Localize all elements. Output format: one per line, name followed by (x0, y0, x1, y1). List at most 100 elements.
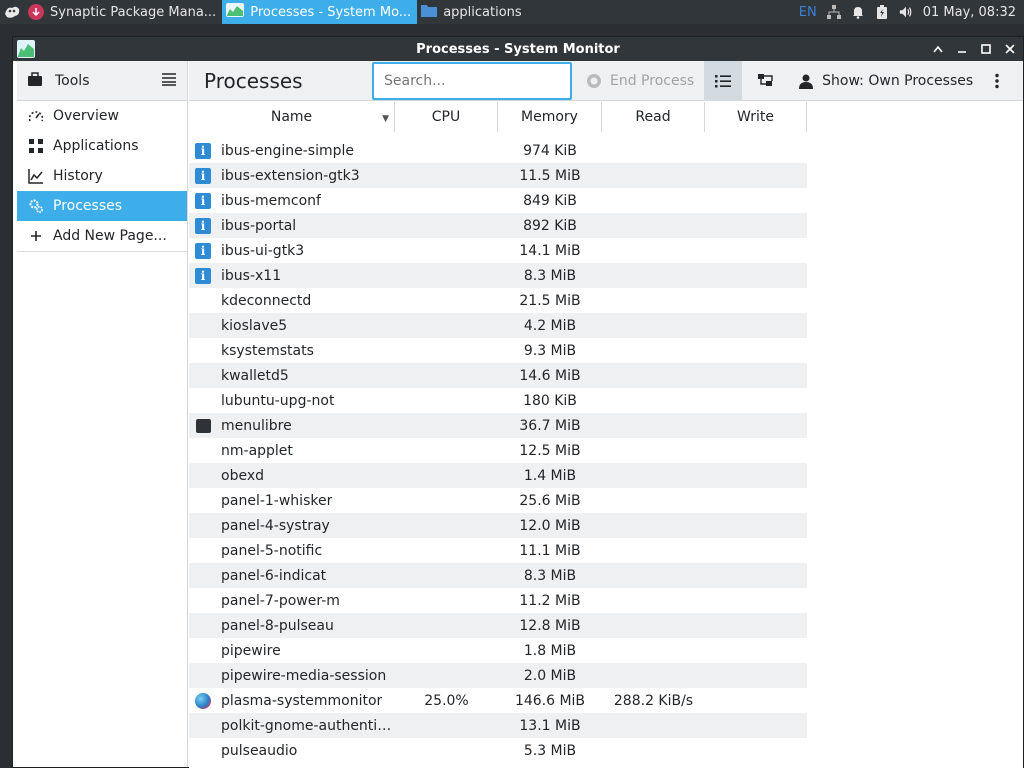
no-icon-placeholder (195, 393, 211, 409)
table-row[interactable]: i ibus-ui-gtk3 14.1 MiB (189, 238, 807, 263)
process-name-cell: polkit-gnome-authentic... (189, 713, 395, 738)
sidebar-item-processes[interactable]: Processes (17, 191, 187, 221)
column-header-label: CPU (431, 109, 461, 125)
table-row[interactable]: i ibus-x11 8.3 MiB (189, 263, 807, 288)
column-header-read[interactable]: Read (602, 102, 705, 132)
volume-icon[interactable] (899, 5, 913, 19)
info-icon: i (195, 142, 211, 159)
table-row[interactable]: panel-4-systray 12.0 MiB (189, 513, 807, 538)
list-view-button[interactable] (704, 60, 743, 101)
read-cell (602, 438, 705, 463)
cpu-cell (395, 513, 498, 538)
table-row[interactable]: i ibus-engine-simple 974 KiB (189, 138, 807, 163)
table-row[interactable]: i ibus-portal 892 KiB (189, 213, 807, 238)
taskbar-task-applications[interactable]: applications (417, 0, 527, 24)
overflow-menu-button[interactable] (983, 61, 1011, 101)
no-icon-placeholder (195, 543, 211, 559)
taskbar-task-label: Synaptic Package Mana... (50, 4, 217, 20)
column-header-label: Read (635, 109, 671, 125)
table-row[interactable]: i ibus-memconf 849 KiB (189, 188, 807, 213)
clock[interactable]: 01 May, 08:32 (923, 5, 1016, 20)
read-cell (602, 363, 705, 388)
table-row[interactable]: obexd 1.4 MiB (189, 463, 807, 488)
keyboard-layout-indicator[interactable]: EN (799, 5, 817, 20)
end-process-button[interactable]: End Process (576, 61, 704, 101)
table-row[interactable]: plasma-systemmonitor 25.0% 146.6 MiB 288.2 … (189, 688, 807, 713)
close-button[interactable] (1003, 42, 1017, 56)
show-filter-dropdown[interactable]: Show: Own Processes (788, 61, 983, 101)
cpu-cell: 25.0% (424, 692, 469, 709)
table-row[interactable]: ksystemstats 9.3 MiB (189, 338, 807, 363)
column-header-name[interactable]: Name ▼ (189, 102, 395, 132)
no-icon-placeholder (195, 643, 211, 659)
cpu-cell (395, 613, 498, 638)
write-cell (705, 538, 807, 563)
cpu-cell (395, 163, 498, 188)
process-name-cell: kioslave5 (189, 313, 395, 338)
process-table: Name ▼ CPU Memory Read Write i ibus-engin… (189, 102, 1023, 768)
column-header-write[interactable]: Write (705, 102, 807, 132)
memory-cell: 146.6 MiB (514, 692, 586, 709)
memory-cell: 11.1 MiB (519, 542, 581, 559)
table-row[interactable]: pipewire-media-session 2.0 MiB (189, 663, 807, 688)
keep-above-button[interactable] (931, 42, 945, 56)
table-row[interactable]: panel-6-indicat 8.3 MiB (189, 563, 807, 588)
column-header-memory[interactable]: Memory (498, 102, 602, 132)
tree-view-button[interactable] (742, 61, 788, 101)
cpu-cell (395, 638, 498, 663)
table-row[interactable]: kioslave5 4.2 MiB (189, 313, 807, 338)
window-controls (931, 37, 1017, 61)
no-icon-placeholder (195, 668, 211, 684)
read-cell (602, 663, 705, 688)
column-header-cpu[interactable]: CPU (395, 102, 498, 132)
hamburger-menu-icon[interactable] (161, 71, 177, 90)
table-row[interactable]: i ibus-extension-gtk3 11.5 MiB (189, 163, 807, 188)
table-row[interactable]: lubuntu-upg-not 180 KiB (189, 388, 807, 413)
read-cell (602, 588, 705, 613)
user-icon (799, 74, 814, 89)
sidebar-item-label: History (53, 168, 103, 184)
window-titlebar[interactable]: Processes - System Monitor (13, 37, 1023, 61)
minimize-button[interactable] (955, 42, 969, 56)
table-row[interactable]: kwalletd5 14.6 MiB (189, 363, 807, 388)
process-name: ibus-engine-simple (221, 142, 355, 159)
process-name: panel-5-notific (221, 542, 323, 559)
info-icon: i (195, 192, 211, 209)
chevron-up-icon (933, 45, 943, 53)
notification-bell-icon[interactable] (851, 5, 865, 19)
taskbar-task-synaptic[interactable]: Synaptic Package Mana... (24, 0, 222, 24)
process-name: lubuntu-upg-not (221, 392, 335, 409)
start-menu-button[interactable] (0, 0, 24, 24)
memory-cell: 14.6 MiB (519, 367, 581, 384)
maximize-button[interactable] (979, 42, 993, 56)
sidebar-item-applications[interactable]: Applications (17, 131, 187, 161)
search-input[interactable] (372, 61, 572, 100)
table-row[interactable]: panel-1-whisker 25.6 MiB (189, 488, 807, 513)
taskbar-task-system-monitor[interactable]: Processes - System Mo... (222, 0, 418, 24)
system-monitor-app-icon[interactable] (17, 40, 35, 58)
table-row[interactable]: nm-applet 12.5 MiB (189, 438, 807, 463)
table-row[interactable]: polkit-gnome-authentic... 13.1 MiB (189, 713, 807, 738)
battery-icon[interactable] (875, 5, 889, 19)
table-row[interactable]: panel-8-pulseau 12.8 MiB (189, 613, 807, 638)
table-row[interactable]: panel-7-power-m 11.2 MiB (189, 588, 807, 613)
column-header-label: Memory (521, 109, 578, 125)
network-icon[interactable] (826, 5, 841, 19)
table-row[interactable]: pulseaudio 5.3 MiB (189, 738, 807, 763)
write-cell (705, 313, 807, 338)
no-icon-placeholder (195, 343, 211, 359)
table-row[interactable]: kdeconnectd 21.5 MiB (189, 288, 807, 313)
sidebar-item-add-new-page[interactable]: Add New Page... (17, 221, 187, 251)
read-cell (602, 538, 705, 563)
process-name-cell: kwalletd5 (189, 363, 395, 388)
taskbar-task-label: applications (443, 4, 522, 20)
table-row[interactable]: pipewire 1.8 MiB (189, 638, 807, 663)
table-row[interactable]: panel-5-notific 11.1 MiB (189, 538, 807, 563)
table-row[interactable]: menulibre 36.7 MiB (189, 413, 807, 438)
sidebar-item-overview[interactable]: Overview (17, 101, 187, 131)
read-cell (602, 163, 705, 188)
read-cell (602, 388, 705, 413)
sidebar-item-history[interactable]: History (17, 161, 187, 191)
read-cell (602, 513, 705, 538)
info-icon: i (195, 267, 211, 284)
